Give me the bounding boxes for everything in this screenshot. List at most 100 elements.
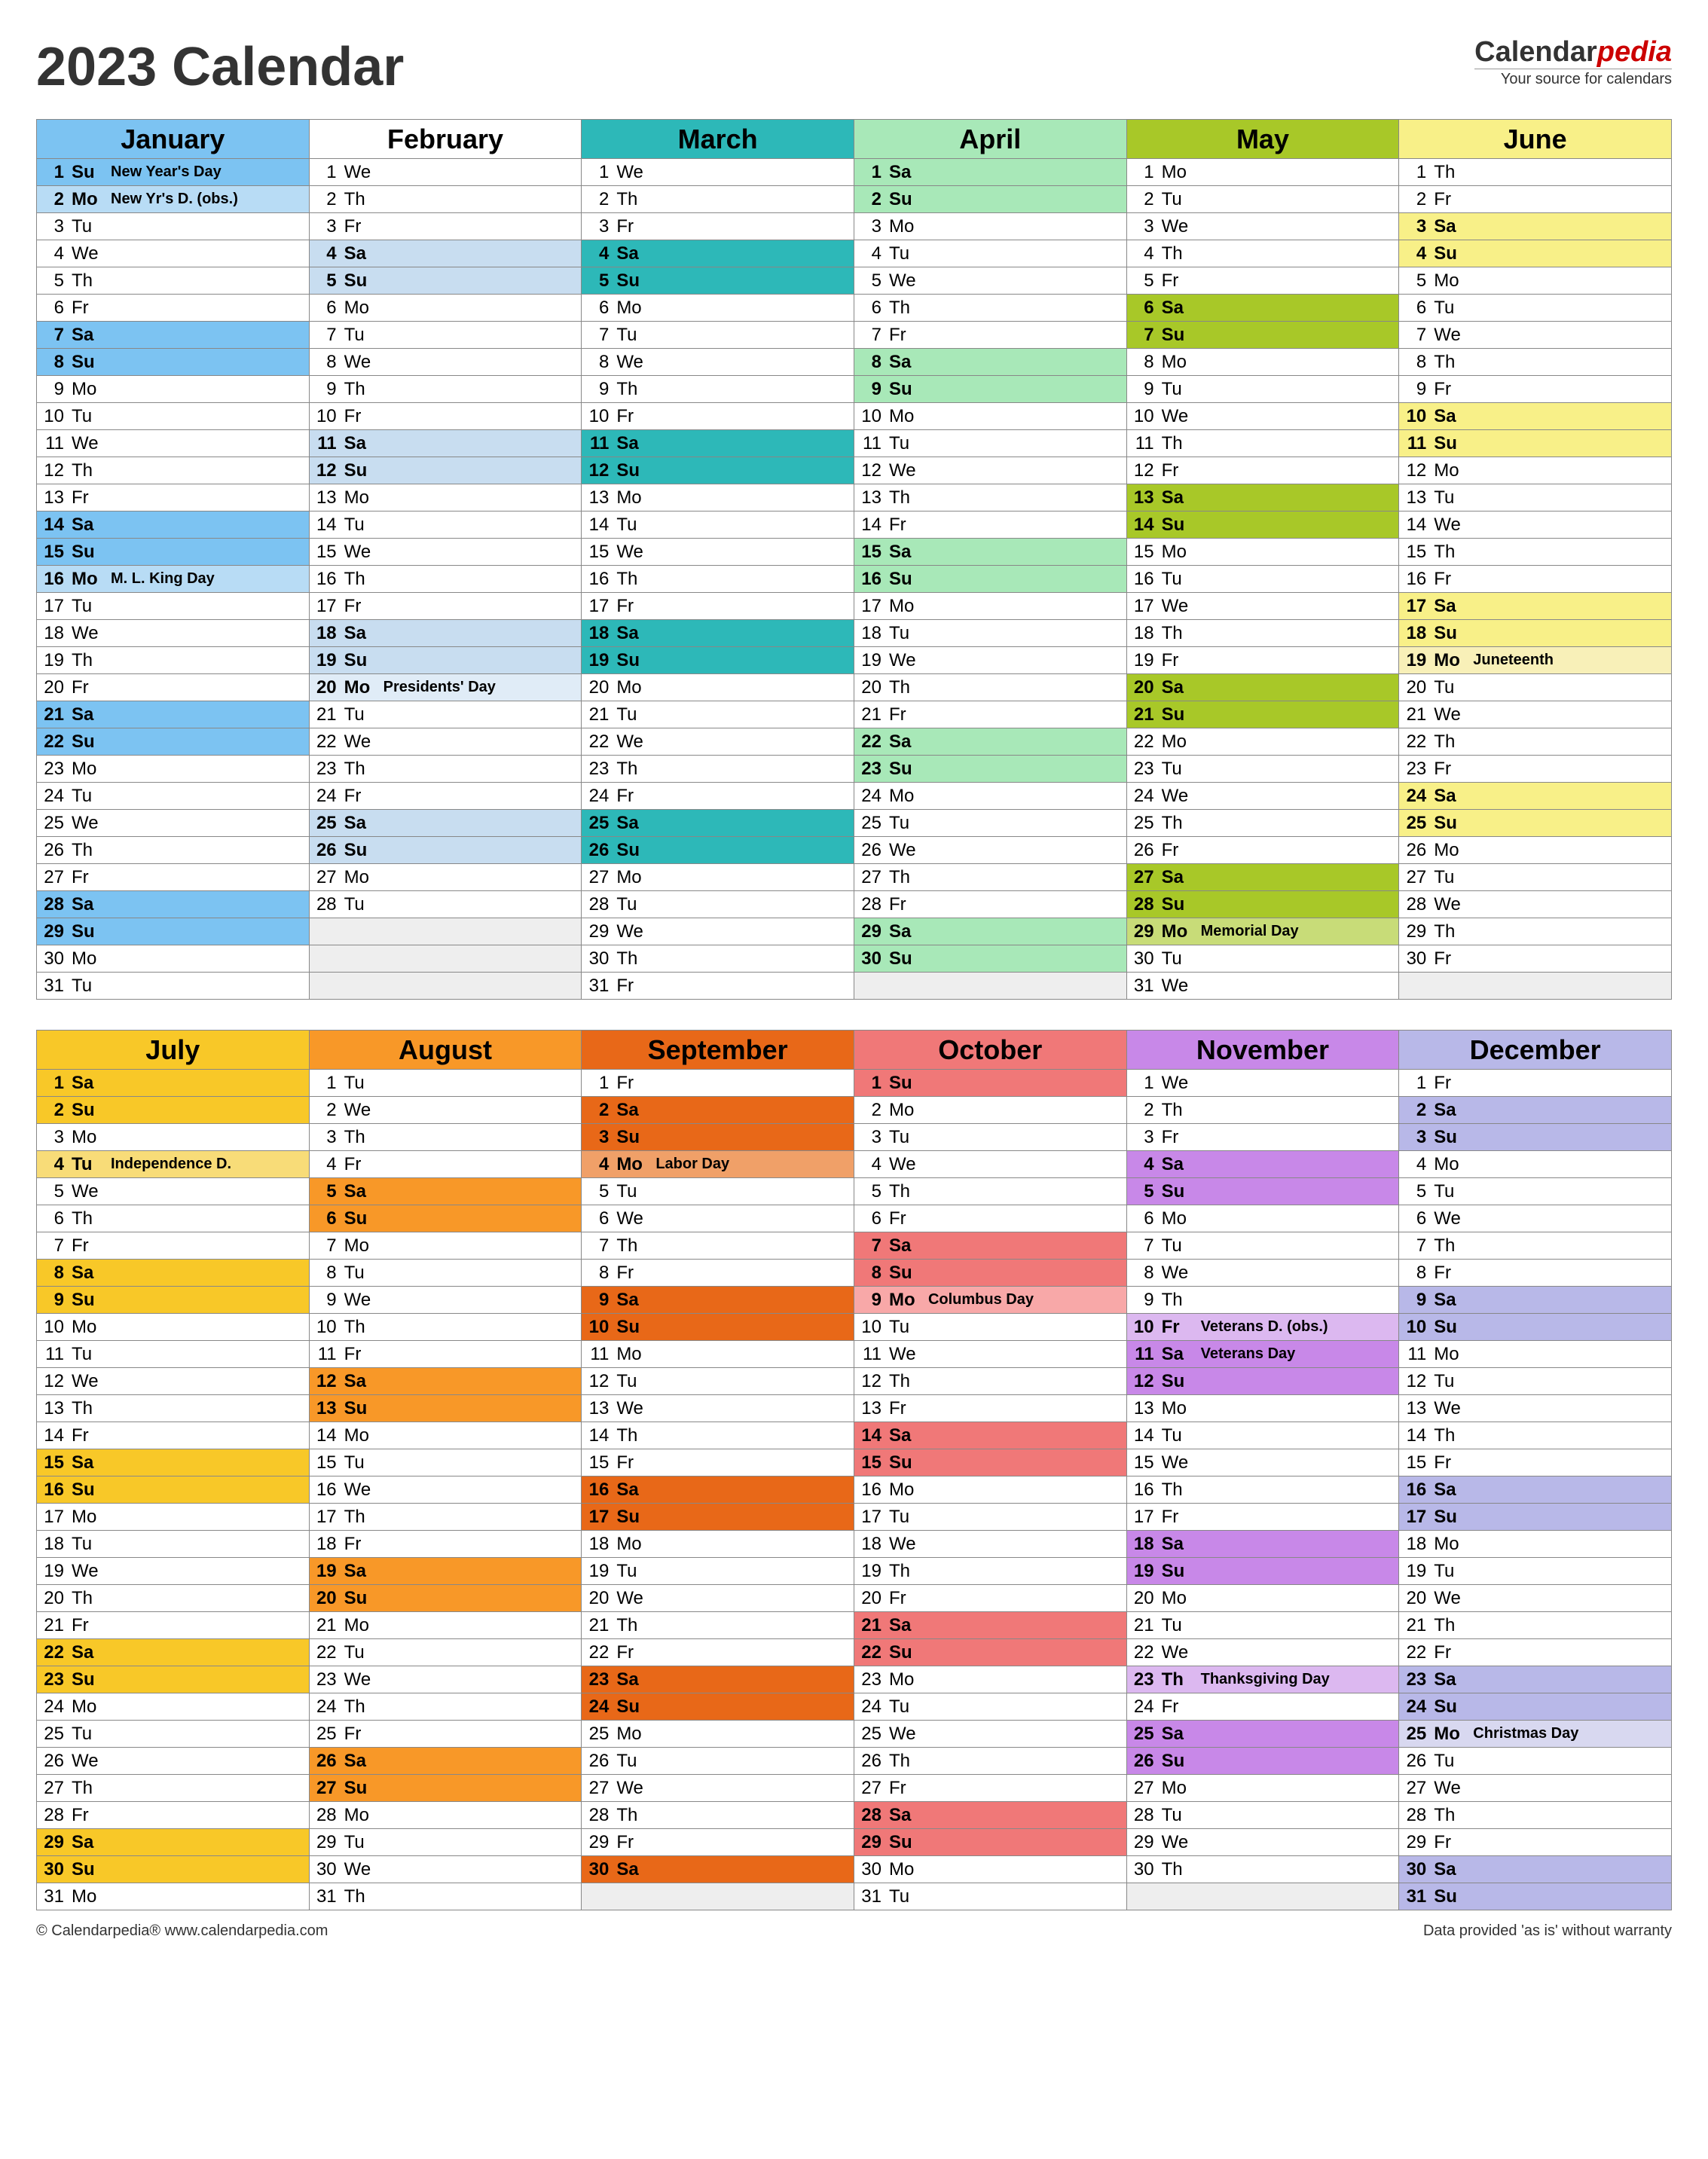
day-cell: 8Fr	[582, 1260, 854, 1287]
day-cell: 23Th	[309, 756, 582, 783]
day-cell: 16Mo	[854, 1476, 1126, 1504]
day-cell: 1Th	[1399, 159, 1672, 186]
day-cell: 9Th	[582, 376, 854, 403]
day-cell: 14Su	[1126, 512, 1399, 539]
day-cell: 7Th	[1399, 1232, 1672, 1260]
day-cell: 30Sa	[1399, 1856, 1672, 1883]
day-cell: 22Sa	[854, 728, 1126, 756]
day-cell: 8Su	[854, 1260, 1126, 1287]
day-cell: 4Su	[1399, 240, 1672, 267]
day-cell: 11Tu	[854, 430, 1126, 457]
day-cell: 16Sa	[1399, 1476, 1672, 1504]
month-header-september: September	[582, 1031, 854, 1070]
day-cell: 10We	[1126, 403, 1399, 430]
day-cell: 31Tu	[854, 1883, 1126, 1910]
day-cell: 24Fr	[309, 783, 582, 810]
day-cell: 16Tu	[1126, 566, 1399, 593]
day-cell: 28Tu	[1126, 1802, 1399, 1829]
day-cell: 6Mo	[582, 295, 854, 322]
day-cell: 17Fr	[582, 593, 854, 620]
day-cell: 25Su	[1399, 810, 1672, 837]
holiday-label: Veterans Day	[1198, 1345, 1399, 1363]
day-cell: 4We	[37, 240, 310, 267]
day-cell: 15We	[309, 539, 582, 566]
day-cell: 10Sa	[1399, 403, 1672, 430]
day-cell: 6Mo	[309, 295, 582, 322]
day-cell: 5Su	[309, 267, 582, 295]
day-cell: 3Th	[309, 1124, 582, 1151]
header: 2023 Calendar Calendarpedia Your source …	[36, 36, 1672, 98]
day-cell: 1Tu	[309, 1070, 582, 1097]
day-cell: 12We	[854, 457, 1126, 484]
day-cell: 19Su	[582, 647, 854, 674]
day-cell: 30Mo	[37, 945, 310, 973]
day-cell: 16We	[309, 1476, 582, 1504]
day-cell: 30Mo	[854, 1856, 1126, 1883]
day-cell: 5Tu	[1399, 1178, 1672, 1205]
day-cell: 11We	[37, 430, 310, 457]
day-cell: 3Fr	[582, 213, 854, 240]
day-cell: 7Th	[582, 1232, 854, 1260]
day-cell: 25We	[854, 1721, 1126, 1748]
day-cell: 17Su	[582, 1504, 854, 1531]
day-cell: 21Sa	[37, 701, 310, 728]
day-cell: 7Mo	[309, 1232, 582, 1260]
day-cell: 8We	[1126, 1260, 1399, 1287]
day-cell: 12Sa	[309, 1368, 582, 1395]
brand: Calendarpedia Your source for calendars	[1474, 36, 1672, 88]
day-cell: 5Sa	[309, 1178, 582, 1205]
day-cell: 11Fr	[309, 1341, 582, 1368]
day-cell: 8We	[309, 349, 582, 376]
day-cell: 28Tu	[582, 891, 854, 918]
day-cell: 5Su	[582, 267, 854, 295]
day-cell: 9Th	[309, 376, 582, 403]
day-cell: 26We	[37, 1748, 310, 1775]
day-cell: 2Th	[1126, 1097, 1399, 1124]
day-cell: 21Tu	[582, 701, 854, 728]
day-cell: 24Th	[309, 1693, 582, 1721]
day-cell: 11Tu	[37, 1341, 310, 1368]
day-cell: 5We	[37, 1178, 310, 1205]
day-cell: 13We	[582, 1395, 854, 1422]
day-cell: 12Tu	[582, 1368, 854, 1395]
day-cell: 23Mo	[37, 756, 310, 783]
day-cell: 5Tu	[582, 1178, 854, 1205]
day-cell: 14Tu	[1126, 1422, 1399, 1449]
holiday-label: M. L. King Day	[108, 570, 309, 588]
day-cell: 14Fr	[854, 512, 1126, 539]
day-cell: 2We	[309, 1097, 582, 1124]
day-cell: 19Tu	[582, 1558, 854, 1585]
day-cell: 12Mo	[1399, 457, 1672, 484]
day-cell: 14Sa	[37, 512, 310, 539]
day-cell: 25Th	[1126, 810, 1399, 837]
day-cell: 24Su	[1399, 1693, 1672, 1721]
day-cell: 18We	[854, 1531, 1126, 1558]
day-cell: 27Mo	[309, 864, 582, 891]
day-cell: 9Sa	[582, 1287, 854, 1314]
day-cell: 21Mo	[309, 1612, 582, 1639]
day-cell: 7Fr	[854, 322, 1126, 349]
day-cell	[309, 973, 582, 1000]
day-cell: 20We	[1399, 1585, 1672, 1612]
day-cell: 26Tu	[582, 1748, 854, 1775]
day-cell	[309, 918, 582, 945]
day-cell: 16Sa	[582, 1476, 854, 1504]
day-cell: 14Th	[1399, 1422, 1672, 1449]
day-cell: 13Mo	[309, 484, 582, 512]
month-header-march: March	[582, 120, 854, 159]
day-cell: 27Mo	[582, 864, 854, 891]
day-cell: 25We	[37, 810, 310, 837]
day-cell	[1126, 1883, 1399, 1910]
day-cell: 29Fr	[1399, 1829, 1672, 1856]
day-cell: 3Tu	[37, 213, 310, 240]
day-cell: 8Th	[1399, 349, 1672, 376]
day-cell: 21Tu	[1126, 1612, 1399, 1639]
day-cell: 29Su	[37, 918, 310, 945]
day-cell: 31Th	[309, 1883, 582, 1910]
day-cell: 13Fr	[854, 1395, 1126, 1422]
day-cell: 28Fr	[854, 891, 1126, 918]
day-cell: 25Fr	[309, 1721, 582, 1748]
holiday-label: Columbus Day	[925, 1291, 1126, 1309]
day-cell: 10FrVeterans D. (obs.)	[1126, 1314, 1399, 1341]
day-cell: 4Sa	[582, 240, 854, 267]
